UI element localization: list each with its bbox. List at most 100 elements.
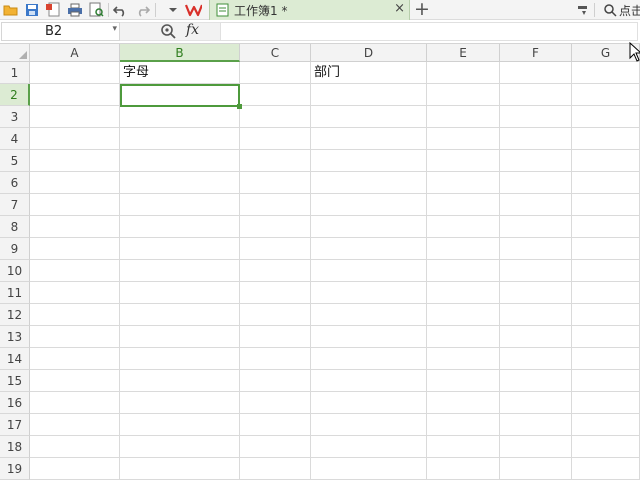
cell-b16[interactable]	[120, 392, 240, 414]
wps-logo-icon[interactable]	[185, 1, 202, 18]
row-header-10[interactable]: 10	[0, 260, 30, 282]
cell-e17[interactable]	[427, 414, 500, 436]
cell-c4[interactable]	[240, 128, 311, 150]
row-header-2[interactable]: 2	[0, 84, 30, 106]
cell-c17[interactable]	[240, 414, 311, 436]
cell-b3[interactable]	[120, 106, 240, 128]
cell-b19[interactable]	[120, 458, 240, 480]
cell-b1[interactable]: 字母	[120, 62, 240, 84]
name-box[interactable]: B2 ▾	[1, 22, 120, 41]
chevron-down-icon[interactable]: ▾	[112, 24, 117, 34]
cell-a18[interactable]	[30, 436, 120, 458]
column-header-b[interactable]: B	[120, 44, 240, 62]
cell-d16[interactable]	[311, 392, 427, 414]
cell-b14[interactable]	[120, 348, 240, 370]
column-header-f[interactable]: F	[500, 44, 572, 62]
cell-f1[interactable]	[500, 62, 572, 84]
cell-g11[interactable]	[572, 282, 640, 304]
cell-f5[interactable]	[500, 150, 572, 172]
document-tab[interactable]: 工作簿1 * ×	[209, 0, 410, 20]
cell-e14[interactable]	[427, 348, 500, 370]
cell-g15[interactable]	[572, 370, 640, 392]
cell-c1[interactable]	[240, 62, 311, 84]
cell-g13[interactable]	[572, 326, 640, 348]
cell-b15[interactable]	[120, 370, 240, 392]
cell-c8[interactable]	[240, 216, 311, 238]
cell-f11[interactable]	[500, 282, 572, 304]
cell-a9[interactable]	[30, 238, 120, 260]
save-icon[interactable]	[23, 1, 40, 18]
print-icon[interactable]	[66, 1, 83, 18]
row-header-17[interactable]: 17	[0, 414, 30, 436]
cell-g9[interactable]	[572, 238, 640, 260]
cell-c7[interactable]	[240, 194, 311, 216]
row-header-11[interactable]: 11	[0, 282, 30, 304]
cell-e19[interactable]	[427, 458, 500, 480]
cell-f10[interactable]	[500, 260, 572, 282]
export-pdf-icon[interactable]	[44, 1, 61, 18]
cell-a6[interactable]	[30, 172, 120, 194]
cell-f16[interactable]	[500, 392, 572, 414]
cell-d18[interactable]	[311, 436, 427, 458]
cell-a15[interactable]	[30, 370, 120, 392]
search-icon[interactable]	[601, 1, 618, 18]
cell-b13[interactable]	[120, 326, 240, 348]
row-header-18[interactable]: 18	[0, 436, 30, 458]
cell-e4[interactable]	[427, 128, 500, 150]
cell-g6[interactable]	[572, 172, 640, 194]
open-folder-icon[interactable]	[2, 1, 19, 18]
cell-e11[interactable]	[427, 282, 500, 304]
cell-f7[interactable]	[500, 194, 572, 216]
cell-c12[interactable]	[240, 304, 311, 326]
cell-e15[interactable]	[427, 370, 500, 392]
cell-d1[interactable]: 部门	[311, 62, 427, 84]
cell-g10[interactable]	[572, 260, 640, 282]
column-header-e[interactable]: E	[427, 44, 500, 62]
row-header-16[interactable]: 16	[0, 392, 30, 414]
cell-d19[interactable]	[311, 458, 427, 480]
cell-d9[interactable]	[311, 238, 427, 260]
cell-d3[interactable]	[311, 106, 427, 128]
cell-f12[interactable]	[500, 304, 572, 326]
cell-e13[interactable]	[427, 326, 500, 348]
cell-e7[interactable]	[427, 194, 500, 216]
cell-d17[interactable]	[311, 414, 427, 436]
cell-f2[interactable]	[500, 84, 572, 106]
row-header-5[interactable]: 5	[0, 150, 30, 172]
cell-b2[interactable]	[120, 84, 240, 106]
cell-e16[interactable]	[427, 392, 500, 414]
cell-f3[interactable]	[500, 106, 572, 128]
cell-a1[interactable]	[30, 62, 120, 84]
fill-handle[interactable]	[237, 104, 242, 109]
cell-a16[interactable]	[30, 392, 120, 414]
cell-f17[interactable]	[500, 414, 572, 436]
cell-e5[interactable]	[427, 150, 500, 172]
formula-input[interactable]	[220, 22, 638, 41]
cell-d15[interactable]	[311, 370, 427, 392]
cell-a12[interactable]	[30, 304, 120, 326]
settings-icon[interactable]	[574, 1, 591, 18]
cell-b7[interactable]	[120, 194, 240, 216]
row-header-15[interactable]: 15	[0, 370, 30, 392]
cell-a5[interactable]	[30, 150, 120, 172]
cell-b10[interactable]	[120, 260, 240, 282]
cell-a11[interactable]	[30, 282, 120, 304]
cell-g14[interactable]	[572, 348, 640, 370]
cell-b12[interactable]	[120, 304, 240, 326]
close-tab-button[interactable]: ×	[394, 1, 405, 16]
cell-e6[interactable]	[427, 172, 500, 194]
cell-e12[interactable]	[427, 304, 500, 326]
cell-d5[interactable]	[311, 150, 427, 172]
cell-e3[interactable]	[427, 106, 500, 128]
cell-f6[interactable]	[500, 172, 572, 194]
redo-icon[interactable]	[134, 1, 151, 18]
cell-f14[interactable]	[500, 348, 572, 370]
cell-c19[interactable]	[240, 458, 311, 480]
cell-g17[interactable]	[572, 414, 640, 436]
cell-g12[interactable]	[572, 304, 640, 326]
row-header-12[interactable]: 12	[0, 304, 30, 326]
cell-f15[interactable]	[500, 370, 572, 392]
cell-e8[interactable]	[427, 216, 500, 238]
cell-e18[interactable]	[427, 436, 500, 458]
cell-f19[interactable]	[500, 458, 572, 480]
